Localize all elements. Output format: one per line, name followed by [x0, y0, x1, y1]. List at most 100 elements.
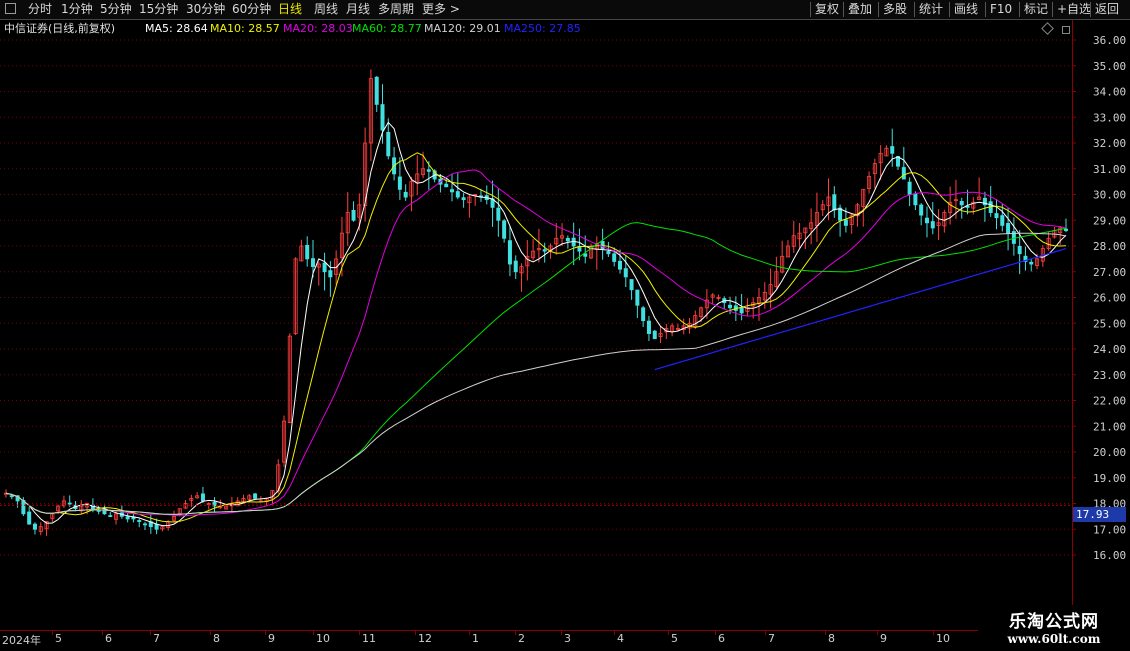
candle-body: [322, 262, 327, 273]
ma-line-10: [5, 152, 1067, 523]
y-tick-label: 17.00: [1093, 523, 1126, 536]
y-tick-label: 34.00: [1093, 86, 1126, 99]
candle-body: [374, 76, 379, 105]
candle-body: [612, 253, 617, 262]
period-tab-6[interactable]: 日线: [278, 1, 302, 18]
candle-body: [108, 515, 113, 517]
x-tick: [313, 631, 314, 635]
period-tab-2[interactable]: 5分钟: [100, 1, 132, 18]
candle-body: [930, 221, 935, 229]
period-tab-8[interactable]: 月线: [346, 1, 370, 18]
watermark-line1: 乐淘公式网: [1009, 612, 1099, 632]
candle-body: [994, 213, 999, 219]
layout-toggle-icon[interactable]: [5, 3, 16, 14]
period-tab-10[interactable]: 更多 >: [422, 1, 460, 18]
x-tick: [415, 631, 416, 635]
x-tick: [877, 631, 878, 635]
x-tick-label: 9: [268, 632, 275, 645]
candle-body: [629, 279, 634, 291]
candle-body: [397, 176, 402, 190]
x-tick: [359, 631, 360, 635]
toolbar-button-8[interactable]: 返回: [1095, 1, 1119, 18]
candle-body: [403, 191, 408, 198]
x-tick: [614, 631, 615, 635]
candle-body: [143, 523, 148, 526]
x-axis: 2024年 5 6 7 8 9 10 11 12 1 2 3 4 5 6 7 8 9 10: [0, 630, 1130, 651]
candle-body: [739, 307, 744, 314]
candle-body: [9, 495, 14, 498]
candle-body: [919, 204, 924, 216]
toolbar-separator: [985, 2, 986, 17]
x-tick-label: 4: [617, 632, 624, 645]
toolbar-separator: [949, 2, 950, 17]
y-tick-label: 22.00: [1093, 395, 1126, 408]
period-tab-5[interactable]: 60分钟: [232, 1, 271, 18]
x-tick-label: 7: [153, 632, 160, 645]
period-tab-4[interactable]: 30分钟: [186, 1, 225, 18]
y-tick-label: 33.00: [1093, 111, 1126, 124]
y-tick-label: 21.00: [1093, 420, 1126, 433]
x-tick-label: 3: [564, 632, 571, 645]
period-tab-1[interactable]: 1分钟: [61, 1, 93, 18]
candle-body: [328, 270, 333, 278]
toolbar-button-5[interactable]: F10: [990, 1, 1012, 18]
y-tick-label: 27.00: [1093, 266, 1126, 279]
toolbar-button-2[interactable]: 多股: [883, 1, 907, 18]
candle-body: [635, 289, 640, 306]
y-tick-label: 32.00: [1093, 137, 1126, 150]
ma-line-250: [654, 248, 1067, 371]
toolbar-button-6[interactable]: 标记: [1024, 1, 1048, 18]
x-tick-label: 2024年: [2, 634, 41, 647]
candle-body: [623, 268, 628, 278]
x-tick: [933, 631, 934, 635]
toolbar-separator: [810, 2, 811, 17]
toolbar-button-4[interactable]: 画线: [954, 1, 978, 18]
toolbar-button-0[interactable]: 复权: [815, 1, 839, 18]
toolbar-button-1[interactable]: 叠加: [848, 1, 872, 18]
toolbar-button-7[interactable]: +自选: [1057, 1, 1091, 18]
ma-line-60: [5, 222, 1067, 515]
period-tab-0[interactable]: 分时: [28, 1, 52, 18]
x-tick-label: 9: [880, 632, 887, 645]
toolbar-button-3[interactable]: 统计: [919, 1, 943, 18]
x-tick-label: 7: [768, 632, 775, 645]
candle-body: [728, 304, 733, 309]
candle-body: [502, 220, 507, 239]
candle-body: [455, 191, 460, 198]
candle-body: [843, 219, 848, 226]
y-tick-label: 23.00: [1093, 369, 1126, 382]
y-tick-label: 20.00: [1093, 446, 1126, 459]
period-tab-7[interactable]: 周线: [314, 1, 338, 18]
candle-body: [583, 253, 588, 257]
candle-body: [924, 217, 929, 224]
candle-body: [351, 210, 356, 221]
candle-body: [641, 307, 646, 322]
period-tab-9[interactable]: 多周期: [378, 1, 414, 18]
x-tick: [825, 631, 826, 635]
x-tick: [668, 631, 669, 635]
candle-body: [426, 169, 431, 172]
candle-body: [565, 237, 570, 242]
candle-body: [32, 523, 37, 530]
x-tick: [515, 631, 516, 635]
x-tick: [52, 631, 53, 635]
x-tick-label: 2: [518, 632, 525, 645]
toolbar-separator: [1090, 2, 1091, 17]
y-tick-label: 36.00: [1093, 34, 1126, 47]
x-tick-label: 10: [316, 632, 330, 645]
candle-body: [507, 240, 512, 265]
candle-body: [154, 523, 159, 530]
x-tick: [469, 631, 470, 635]
toolbar-separator: [1052, 2, 1053, 17]
period-tab-3[interactable]: 15分钟: [139, 1, 178, 18]
x-tick: [715, 631, 716, 635]
candle-body: [444, 183, 449, 188]
x-tick-label: 8: [828, 632, 835, 645]
x-tick-label: 5: [671, 632, 678, 645]
x-tick-label: 10: [936, 632, 950, 645]
watermark: 乐淘公式网 www.60lt.com: [978, 605, 1130, 650]
candle-body: [1064, 228, 1069, 231]
y-tick-label: 25.00: [1093, 317, 1126, 330]
candle-body: [1000, 215, 1005, 226]
ma-line-120: [5, 232, 1067, 515]
